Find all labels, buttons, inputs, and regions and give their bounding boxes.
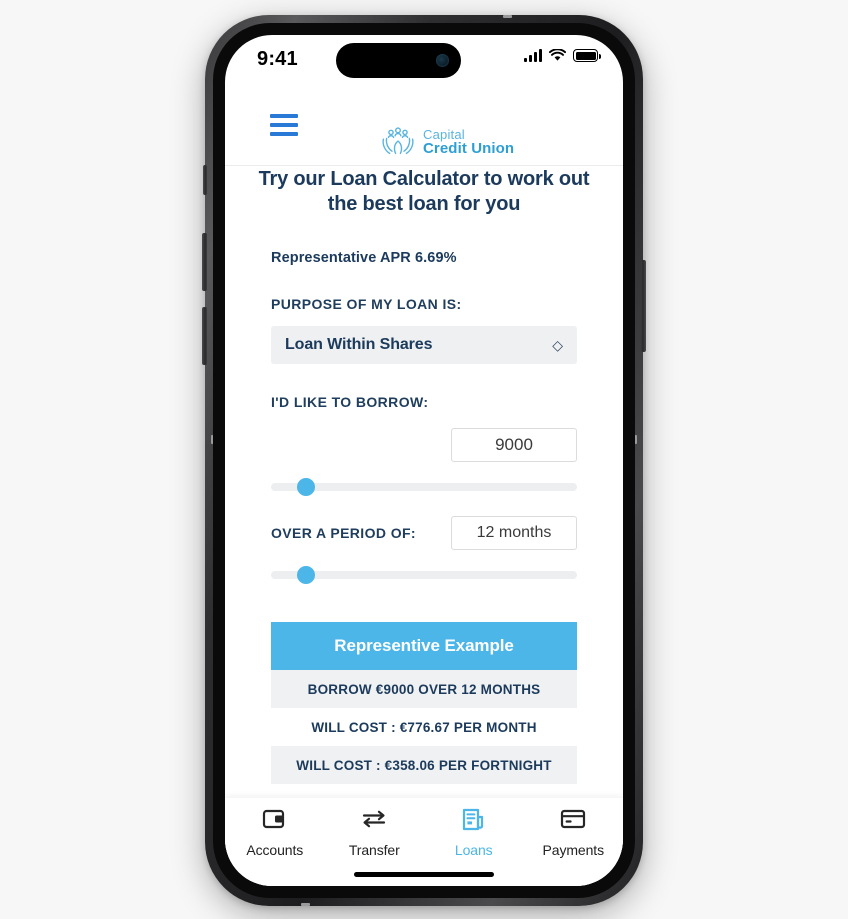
loan-result-row: WILL COST : €776.67 PER MONTH — [311, 719, 537, 735]
phone-screen: 9:41 Capital Credit Union Try our Loan C… — [225, 35, 623, 886]
power-button[interactable] — [641, 260, 646, 352]
loan-period-label: OVER A PERIOD OF: — [271, 525, 416, 541]
transfer-arrows-icon — [360, 806, 388, 832]
status-bar: 9:41 — [225, 35, 623, 87]
nav-item-loans[interactable]: Loans — [424, 806, 524, 858]
slider-thumb[interactable] — [296, 478, 315, 496]
borrow-amount-slider[interactable] — [271, 478, 577, 496]
brand-logo[interactable]: Capital Credit Union — [380, 127, 514, 157]
frame-antenna-seam — [503, 15, 512, 18]
loan-purpose-value: Loan Within Shares — [285, 336, 433, 353]
capital-credit-union-logo-icon — [382, 127, 414, 155]
volume-up-button[interactable] — [202, 233, 207, 291]
cellular-signal-icon — [524, 49, 542, 62]
loan-purpose-label: PURPOSE OF MY LOAN IS: — [271, 296, 462, 312]
wallet-icon — [262, 806, 288, 832]
loan-period-input[interactable]: 12 months — [451, 516, 577, 550]
hamburger-menu-icon[interactable] — [270, 114, 298, 136]
bottom-navigation-bar: Accounts Transfer Loans Payments — [225, 798, 623, 886]
document-invoice-icon — [461, 806, 487, 832]
loan-period-slider[interactable] — [271, 566, 577, 584]
page-content: Try our Loan Calculator to work out the … — [225, 160, 623, 886]
slider-track — [271, 571, 577, 579]
phone-device-frame: 9:41 Capital Credit Union Try our Loan C… — [202, 15, 646, 906]
nav-item-label: Loans — [454, 842, 493, 858]
slider-track — [271, 483, 577, 491]
representative-apr-text: Representative APR 6.69% — [271, 250, 457, 266]
nav-item-transfer[interactable]: Transfer — [325, 806, 425, 858]
credit-card-icon — [560, 806, 586, 832]
nav-item-payments[interactable]: Payments — [524, 806, 624, 858]
nav-item-label: Payments — [542, 842, 605, 858]
status-bar-indicators — [524, 49, 601, 62]
home-indicator[interactable] — [354, 872, 494, 877]
loan-result-row: WILL COST : €358.06 PER FORTNIGHT — [271, 746, 577, 784]
borrow-amount-label: I'D LIKE TO BORROW: — [271, 394, 429, 410]
page-title: Try our Loan Calculator to work out the … — [258, 168, 590, 215]
borrow-amount-row: 9000 — [271, 428, 577, 462]
representative-example-button[interactable]: Representive Example — [271, 622, 577, 670]
brand-name-line2: Credit Union — [423, 139, 515, 157]
phone-bezel: 9:41 Capital Credit Union Try our Loan C… — [213, 23, 635, 898]
loan-purpose-select[interactable]: Loan Within Shares ◇ — [271, 326, 577, 364]
loan-period-row: OVER A PERIOD OF: 12 months — [271, 516, 577, 550]
brand-text: Capital Credit Union — [423, 126, 515, 157]
screenshot-canvas: 9:41 Capital Credit Union Try our Loan C… — [0, 0, 848, 919]
nav-item-label: Transfer — [348, 842, 400, 858]
nav-item-label: Accounts — [246, 842, 304, 858]
dynamic-island — [336, 43, 461, 78]
loan-result-row: BORROW €9000 OVER 12 MONTHS — [271, 670, 577, 708]
chevron-up-down-icon: ◇ — [552, 337, 563, 353]
app-header: Capital Credit Union — [225, 87, 623, 166]
brand-name-line1: Capital — [423, 126, 465, 142]
nav-item-accounts[interactable]: Accounts — [225, 806, 325, 858]
status-bar-time: 9:41 — [257, 48, 298, 70]
borrow-amount-input[interactable]: 9000 — [451, 428, 577, 462]
wifi-icon — [549, 49, 566, 61]
front-camera-icon — [436, 54, 449, 67]
silent-switch-button[interactable] — [203, 165, 207, 195]
volume-down-button[interactable] — [202, 307, 207, 365]
frame-antenna-seam — [301, 903, 310, 906]
slider-thumb[interactable] — [296, 566, 315, 584]
battery-icon — [573, 49, 601, 62]
